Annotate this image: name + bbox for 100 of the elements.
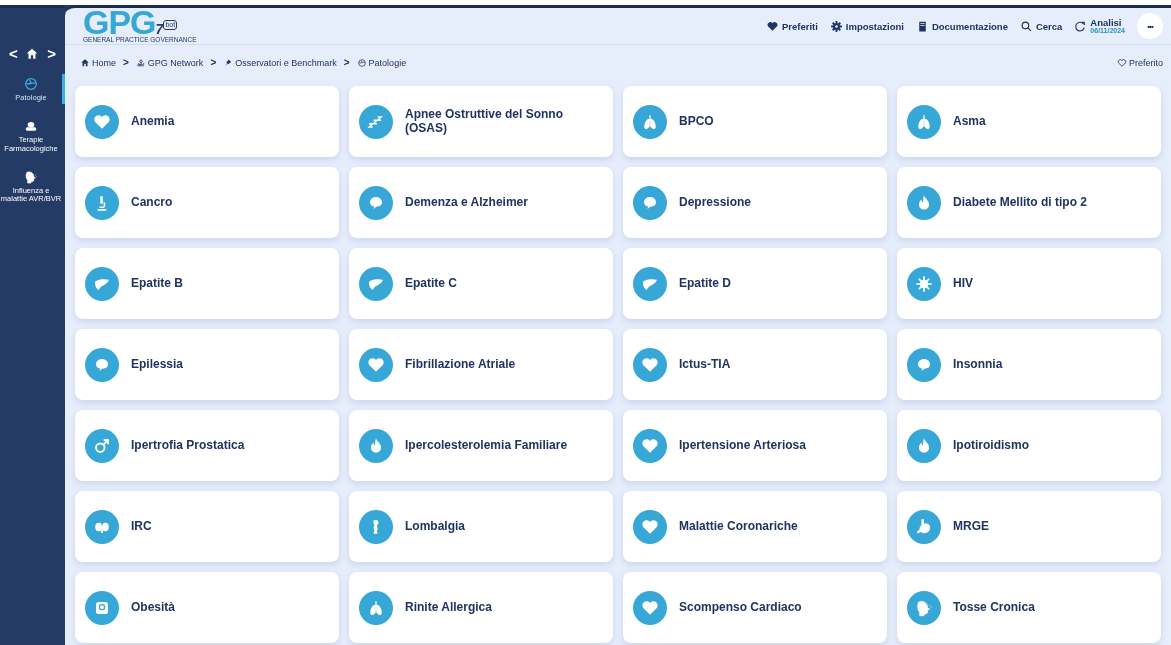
pathology-card[interactable]: MRGE xyxy=(897,491,1161,562)
coughing-head-icon xyxy=(23,168,39,185)
toolbar-button[interactable]: Preferiti xyxy=(765,19,818,33)
pathology-card[interactable]: Rinite Allergica xyxy=(349,572,613,643)
card-title: Apnee Ostruttive del Sonno (OSAS) xyxy=(405,107,564,136)
card-title: Depressione xyxy=(679,195,752,210)
breadcrumb-separator: > xyxy=(210,57,217,68)
pathology-card[interactable]: Malattie Coronariche xyxy=(623,491,887,562)
pathology-card[interactable]: Epilessia xyxy=(75,329,339,400)
card-title: BPCO xyxy=(679,114,714,129)
pathology-card[interactable]: Anemia xyxy=(75,86,339,157)
kidney-icon xyxy=(85,509,119,544)
lungs-icon xyxy=(359,590,393,625)
pathology-card[interactable]: Insonnia xyxy=(897,329,1161,400)
pathology-card[interactable]: Ipotiroidismo xyxy=(897,410,1161,481)
flame-icon xyxy=(359,428,393,463)
home-icon xyxy=(80,57,90,68)
brain-icon xyxy=(907,347,941,382)
virus-icon xyxy=(907,266,941,301)
refresh-icon xyxy=(1074,19,1088,33)
card-title: Tosse Cronica xyxy=(953,600,1035,615)
pathology-card[interactable]: HIV xyxy=(897,248,1161,319)
forward-button[interactable]: > xyxy=(45,45,59,62)
card-title: Malattie Coronariche xyxy=(679,519,798,534)
toolbar-button[interactable]: Cerca xyxy=(1019,19,1063,33)
stomach-icon xyxy=(907,509,941,544)
scale-icon xyxy=(85,590,119,625)
breadcrumb-link[interactable]: GPG Network xyxy=(135,57,204,68)
pathology-card[interactable]: Ictus-TIA xyxy=(623,329,887,400)
male-symbol-icon xyxy=(85,428,119,463)
pathology-card[interactable]: BPCO xyxy=(623,86,887,157)
card-title: Ipotiroidismo xyxy=(953,438,1029,453)
flame-icon xyxy=(907,428,941,463)
breadcrumb-separator: > xyxy=(123,57,129,68)
brain-icon xyxy=(359,185,393,220)
liver-icon xyxy=(359,266,393,301)
card-title: IRC xyxy=(131,519,152,534)
heart-icon xyxy=(765,19,779,33)
pathology-card[interactable]: Apnee Ostruttive del Sonno (OSAS) xyxy=(349,86,613,157)
pathology-icon xyxy=(23,76,39,92)
card-title: Epatite B xyxy=(131,276,183,291)
breadcrumb-separator: > xyxy=(343,57,350,68)
card-title: Epatite D xyxy=(679,276,731,291)
card-title: Scompenso Cardiaco xyxy=(679,600,802,615)
breadcrumb-link[interactable]: Home xyxy=(80,57,116,68)
card-title: Rinite Allergica xyxy=(405,600,492,615)
pathology-card[interactable]: Epatite C xyxy=(349,248,613,319)
card-title: MRGE xyxy=(953,519,989,534)
flame-icon xyxy=(907,185,941,220)
liver-icon xyxy=(633,266,667,301)
favorite-button[interactable]: Preferito xyxy=(1117,57,1163,68)
card-title: Cancro xyxy=(131,195,173,210)
heart-icon xyxy=(1117,57,1127,68)
pathology-card[interactable]: Demenza e Alzheimer xyxy=(349,167,613,238)
breadcrumb-link[interactable]: Osservatori e Benchmark xyxy=(223,57,337,68)
card-title: Insonnia xyxy=(953,357,1003,372)
pathology-card[interactable]: Epatite B xyxy=(75,248,339,319)
card-title: Ipertensione Arteriosa xyxy=(679,438,806,453)
card-title: Fibrillazione Atriale xyxy=(405,357,516,372)
lungs-icon xyxy=(907,104,941,139)
brain-icon xyxy=(633,185,667,220)
pathology-card[interactable]: IRC xyxy=(75,491,339,562)
microscope-icon xyxy=(85,185,119,220)
pathology-card[interactable]: Cancro xyxy=(75,167,339,238)
pathology-card[interactable]: Fibrillazione Atriale xyxy=(349,329,613,400)
brain-icon xyxy=(85,347,119,382)
card-title: HIV xyxy=(953,276,973,291)
coughing-head-icon xyxy=(907,590,941,625)
pathology-card[interactable]: Diabete Mellito di tipo 2 xyxy=(897,167,1161,238)
card-title: Asma xyxy=(953,114,986,129)
card-title: Demenza e Alzheimer xyxy=(405,195,528,210)
search-icon xyxy=(1019,19,1033,33)
card-title: Epilessia xyxy=(131,357,184,372)
card-title: Ictus-TIA xyxy=(679,357,731,372)
pathology-card[interactable]: Scompenso Cardiaco xyxy=(623,572,887,643)
toolbar-button[interactable]: Impostazioni xyxy=(829,19,904,33)
pathology-icon xyxy=(356,57,367,68)
breadcrumb-link[interactable]: Patologie xyxy=(356,57,407,68)
back-button[interactable]: < xyxy=(6,45,20,62)
liver-icon xyxy=(85,266,119,301)
card-title: Ipertrofia Prostatica xyxy=(131,438,245,453)
toolbar-button[interactable]: Documentazione xyxy=(915,19,1008,33)
more-button[interactable]: ••• xyxy=(1137,13,1163,39)
pathology-card[interactable]: Lombalgia xyxy=(349,491,613,562)
pathology-card[interactable]: Obesità xyxy=(75,572,339,643)
pathology-card[interactable]: Ipertrofia Prostatica xyxy=(75,410,339,481)
settings-icon xyxy=(829,19,843,33)
card-title: Lombalgia xyxy=(405,519,465,534)
card-title: Anemia xyxy=(131,114,175,129)
pathology-card[interactable]: Asma xyxy=(897,86,1161,157)
lungs-icon xyxy=(633,104,667,139)
card-title: Obesità xyxy=(131,600,175,615)
pathology-card[interactable]: Depressione xyxy=(623,167,887,238)
pathology-card[interactable]: Epatite D xyxy=(623,248,887,319)
pathology-card[interactable]: Ipertensione Arteriosa xyxy=(623,410,887,481)
pathology-card[interactable]: Ipercolesterolemia Familiare xyxy=(349,410,613,481)
card-title: Epatite C xyxy=(405,276,457,291)
pathology-card[interactable]: Tosse Cronica xyxy=(897,572,1161,643)
card-title: Ipercolesterolemia Familiare xyxy=(405,438,568,453)
card-title: Diabete Mellito di tipo 2 xyxy=(953,195,1087,210)
